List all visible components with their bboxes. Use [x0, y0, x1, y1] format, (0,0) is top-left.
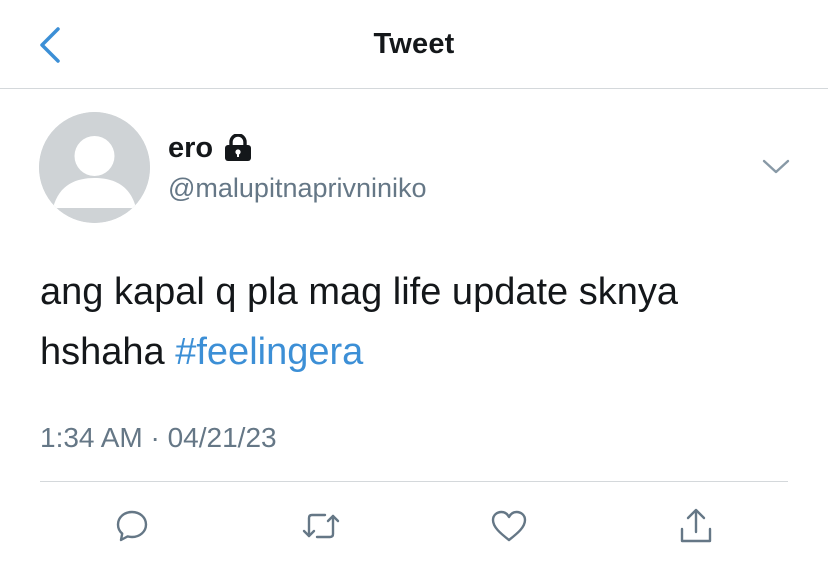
action-bar: [0, 498, 828, 554]
page-title: Tweet: [373, 28, 455, 60]
chevron-down-icon: [762, 159, 790, 174]
display-name[interactable]: ero: [168, 131, 213, 165]
tweet-text: ang kapal q pla mag life update sknya hs…: [40, 262, 800, 382]
reply-icon: [116, 510, 148, 542]
retweet-button[interactable]: [293, 498, 349, 554]
nav-bar: Tweet: [0, 0, 828, 89]
retweet-icon: [302, 513, 340, 539]
default-avatar-icon: [39, 112, 150, 223]
avatar[interactable]: [39, 112, 150, 223]
share-icon: [680, 508, 712, 543]
like-button[interactable]: [481, 498, 537, 554]
reply-button[interactable]: [104, 498, 160, 554]
like-icon: [491, 510, 527, 542]
divider: [40, 481, 788, 482]
lock-icon: [223, 134, 253, 162]
hashtag-link[interactable]: #feelingera: [175, 331, 363, 373]
tweet-timestamp: 1:34 AM · 04/21/23: [40, 422, 277, 453]
user-handle[interactable]: @malupitnaprivniniko: [168, 171, 427, 205]
author-name-row: ero: [168, 131, 253, 165]
more-options-button[interactable]: [758, 152, 794, 182]
share-button[interactable]: [668, 498, 724, 554]
